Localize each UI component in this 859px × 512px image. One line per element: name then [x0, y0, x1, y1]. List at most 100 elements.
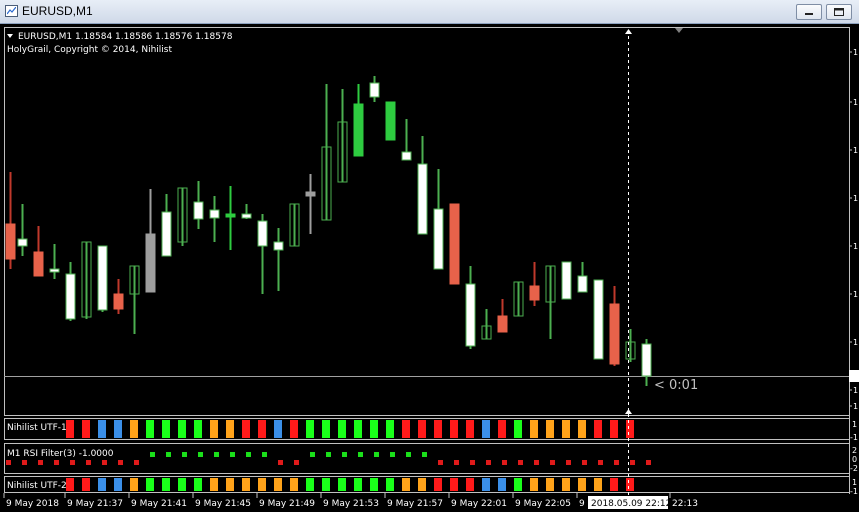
rsi-dot [438, 460, 443, 465]
rsi-dot [182, 452, 187, 457]
maximize-button[interactable] [826, 4, 852, 20]
rsi-dot [262, 452, 267, 457]
time-axis-label: 9 May 22:05 [515, 499, 571, 509]
histogram-bar [514, 478, 522, 491]
candle-body [33, 251, 44, 277]
time-axis-label: 9 May 22:01 [451, 499, 507, 509]
histogram-bar [130, 420, 138, 438]
price-axis-label: 1 [853, 290, 858, 299]
histogram-bar [178, 478, 186, 491]
histogram-bar [370, 420, 378, 438]
histogram-bar [290, 478, 298, 491]
price-axis-label: 1 [853, 338, 858, 347]
utf1-label: Nihilist UTF-1 [7, 423, 67, 433]
chart-shift-marker[interactable] [675, 28, 683, 33]
rsi-dot [454, 460, 459, 465]
rsi-dot [598, 460, 603, 465]
rsi-dot [38, 460, 43, 465]
histogram-bar [514, 420, 522, 438]
crosshair-mid-marker [625, 409, 632, 414]
histogram-bar [274, 478, 282, 491]
rsi-dot [278, 460, 283, 465]
histogram-bar [338, 478, 346, 491]
utf1-axis-top: 1 [852, 420, 857, 429]
rsi-dot [134, 460, 139, 465]
rsi-dot [230, 452, 235, 457]
candle-body [593, 279, 604, 360]
histogram-bar [578, 478, 586, 491]
rsi-axis-top: 2 [852, 446, 857, 455]
histogram-bar [466, 420, 474, 438]
price-axis-label: 1 [853, 402, 858, 411]
candle-body [529, 285, 540, 301]
utf2-axis-bottom: -1 [850, 487, 858, 496]
symbol-dropdown-icon[interactable] [7, 34, 13, 38]
histogram-bar [370, 478, 378, 491]
histogram-bar [322, 478, 330, 491]
time-axis-label: 9 May 21:53 [323, 499, 379, 509]
histogram-bar [434, 420, 442, 438]
rsi-dot [6, 460, 11, 465]
histogram-bar [82, 478, 90, 491]
rsi-dot [614, 460, 619, 465]
candle-body [433, 208, 444, 270]
histogram-bar [162, 478, 170, 491]
current-price-label-box [849, 370, 859, 382]
histogram-bar [258, 420, 266, 438]
window-titlebar: EURUSD,M1 [0, 0, 859, 24]
histogram-bar [98, 420, 106, 438]
candle-body [193, 201, 204, 220]
rsi-dot [550, 460, 555, 465]
histogram-bar [450, 420, 458, 438]
chart-area[interactable]: 1 1 1 1 1 1 1 1 1 EURUSD,M1 1.18584 1.18586 1.18… [0, 24, 859, 512]
price-axis-label: 1 [853, 146, 858, 155]
chart-window-icon [5, 5, 18, 17]
rsi-axis-bottom: -2 [850, 464, 858, 473]
histogram-bar [530, 420, 538, 438]
rsi-dot [630, 460, 635, 465]
histogram-bar [546, 478, 554, 491]
time-axis-label: 9 May 21:57 [387, 499, 443, 509]
rsi-subwindow[interactable] [4, 443, 850, 474]
utf1-histogram [66, 420, 634, 438]
rsi-dot [406, 452, 411, 457]
candle-body [609, 303, 620, 365]
minimize-button[interactable] [796, 4, 822, 20]
histogram-bar [226, 420, 234, 438]
histogram-bar [146, 420, 154, 438]
histogram-bar [130, 478, 138, 491]
candle-body [369, 82, 380, 98]
rsi-dot [358, 452, 363, 457]
rsi-dot [198, 452, 203, 457]
histogram-bar [242, 420, 250, 438]
time-axis-label: 9 May 21:37 [67, 499, 123, 509]
rsi-dot [70, 460, 75, 465]
histogram-bar [562, 420, 570, 438]
histogram-bar [562, 478, 570, 491]
candle-body [257, 220, 268, 247]
time-axis-label: 9 May 21:45 [195, 499, 251, 509]
utf2-axis-top: 1 [852, 478, 857, 487]
candle-body [161, 211, 172, 257]
histogram-bar [402, 478, 410, 491]
histogram-bar [482, 420, 490, 438]
rsi-dot [86, 460, 91, 465]
candle-body [385, 101, 396, 141]
rsi-dot [246, 452, 251, 457]
histogram-bar [82, 420, 90, 438]
candle-body [209, 209, 220, 219]
candle-body [561, 261, 572, 300]
rsi-dot [214, 452, 219, 457]
histogram-bar [498, 420, 506, 438]
histogram-bar [306, 478, 314, 491]
price-axis-label: 1 [853, 242, 858, 251]
rsi-dot [486, 460, 491, 465]
histogram-bar [626, 478, 634, 491]
utf1-axis-bottom: -1 [850, 433, 858, 442]
histogram-bar [530, 478, 538, 491]
bar-countdown: < 0:01 [654, 378, 698, 393]
rsi-dot [102, 460, 107, 465]
price-axis-label: 1 [853, 194, 858, 203]
candle-body [5, 223, 16, 260]
histogram-bar [402, 420, 410, 438]
